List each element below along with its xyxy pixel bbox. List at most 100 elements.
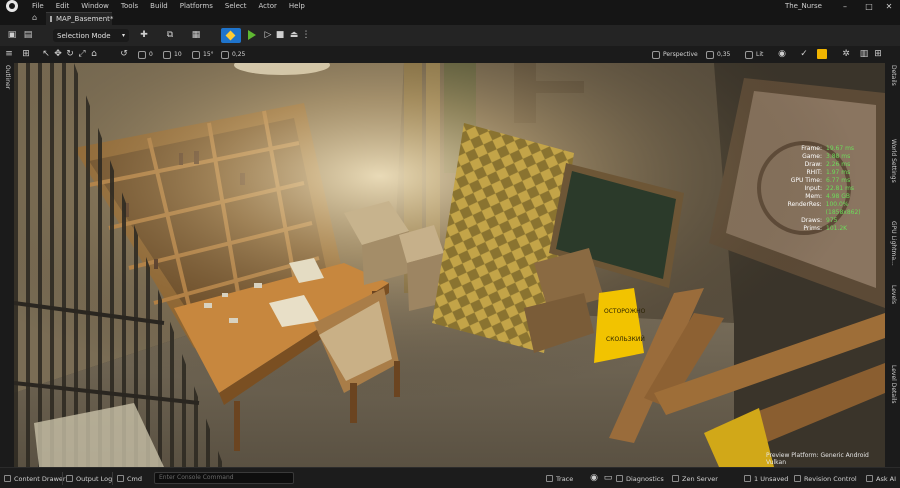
zen-server-button[interactable]: Zen Server <box>672 473 718 484</box>
camera-speed-control[interactable]: 0,35 <box>706 49 730 60</box>
ask-ai-label: Ask AI <box>876 474 897 483</box>
view-mode-dropdown[interactable]: Lit <box>745 49 763 60</box>
content-drawer-label: Content Drawer <box>14 474 66 483</box>
blueprint-icon[interactable]: ⧉ <box>164 29 176 41</box>
divider <box>112 472 113 485</box>
add-actor-icon[interactable]: ✚ <box>138 29 150 41</box>
stat-row-rhit: RHIT: 1.97 ms <box>806 169 851 176</box>
diagnostics-button[interactable]: Diagnostics <box>616 473 664 484</box>
perspective-dropdown[interactable]: Perspective <box>652 49 698 60</box>
translate-icon[interactable]: ✥ <box>52 48 64 60</box>
main-menu: File Edit Window Tools Build Platforms S… <box>32 2 317 10</box>
menu-help[interactable]: Help <box>289 2 305 10</box>
revision-control-icon <box>794 475 801 482</box>
menu-bar: File Edit Window Tools Build Platforms S… <box>0 0 900 12</box>
camera-speed-value: 0,35 <box>717 51 731 58</box>
level-details-tab[interactable]: Level Details <box>890 365 897 404</box>
menu-select[interactable]: Select <box>225 2 247 10</box>
selection-mode-dropdown[interactable]: Selection Mode ▾ <box>53 29 129 42</box>
console-command-input[interactable]: Enter Console Command <box>154 472 294 484</box>
preview-platform-label: Preview Platform: Generic Android Vulkan <box>766 452 869 466</box>
scale-icon[interactable]: ⤢ <box>76 48 88 60</box>
revision-control-label: Revision Control <box>804 474 857 483</box>
eject-icon[interactable]: ⏏ <box>288 29 300 41</box>
menu-platforms[interactable]: Platforms <box>180 2 213 10</box>
grid-snap-value: 10 <box>174 51 182 58</box>
stat-row-gpu-time: GPU Time: 6.77 ms <box>790 177 851 184</box>
warning-icon[interactable] <box>817 49 827 59</box>
rotation-snap-control[interactable]: 15° <box>192 49 214 60</box>
scale-snap-control[interactable]: 0,25 <box>221 49 245 60</box>
cmd-label: Cmd <box>127 474 142 483</box>
content-drawer-icon <box>4 475 11 482</box>
snap-angle-control[interactable]: 0 <box>138 49 153 60</box>
viewport-grid-icon[interactable]: ⊞ <box>872 48 884 60</box>
select-icon[interactable]: ↖ <box>40 48 52 60</box>
play-icon[interactable] <box>248 30 256 40</box>
step-icon[interactable]: ▷ <box>262 29 274 41</box>
divider <box>62 472 63 485</box>
output-log-button[interactable]: Output Log <box>66 473 112 484</box>
stat-row-renderres: RenderRes: 100.0% (1858x862) <box>787 201 861 216</box>
revision-control-button[interactable]: Revision Control <box>794 473 857 484</box>
stat-row-mem: Mem: 4.98 GB <box>805 193 851 200</box>
snap-angle-value: 0 <box>149 51 153 58</box>
maximize-button[interactable]: □ <box>858 0 880 12</box>
minimize-button[interactable]: – <box>834 0 856 12</box>
unreal-logo-icon[interactable] <box>6 0 18 12</box>
menu-file[interactable]: File <box>32 2 44 10</box>
save-icon[interactable]: ▣ <box>6 29 18 41</box>
stat-row-draws: Draws: 975 <box>801 217 838 224</box>
world-settings-tab[interactable]: World Settings <box>890 139 897 183</box>
output-log-label: Output Log <box>76 474 113 483</box>
cmd-dropdown[interactable]: Cmd <box>117 473 142 484</box>
cinematics-icon[interactable]: ▦ <box>190 29 202 41</box>
menu-edit[interactable]: Edit <box>56 2 70 10</box>
camera-speed-icon <box>706 50 714 59</box>
ask-ai-button[interactable]: Ask AI <box>866 473 896 484</box>
menu-window[interactable]: Window <box>81 2 109 10</box>
platform-button[interactable] <box>221 28 241 43</box>
stop-icon[interactable]: ■ <box>274 29 286 41</box>
settings-gear-icon[interactable]: ✲ <box>840 48 852 60</box>
transform-mode-icon[interactable]: ⊞ <box>20 48 32 60</box>
gpu-lightmass-tab[interactable]: GPU Lightma... <box>890 221 897 266</box>
snapshot-icon[interactable]: ▭ <box>602 472 614 484</box>
level-viewport[interactable]: ОСТОРОЖНО СКОЛЬЗКИЙ Frame: 19.67 ms Game:… <box>14 63 885 467</box>
stat-row-game: Game: 3.88 ms <box>802 153 851 160</box>
home-icon[interactable]: ⌂ <box>32 13 37 22</box>
menu-build[interactable]: Build <box>150 2 168 10</box>
levels-tab[interactable]: Levels <box>890 285 897 304</box>
grid-snap-control[interactable]: 10 <box>163 49 182 60</box>
unsaved-button[interactable]: 1 Unsaved <box>744 473 788 484</box>
scale-snap-icon <box>221 50 229 59</box>
scale-snap-value: 0,25 <box>232 51 246 58</box>
details-tab[interactable]: Details <box>890 65 897 86</box>
level-tab[interactable]: MAP_Basement* <box>46 12 113 25</box>
menu-tools[interactable]: Tools <box>121 2 138 10</box>
surface-snap-icon[interactable]: ↺ <box>118 48 130 60</box>
selection-mode-label: Selection Mode <box>57 31 111 40</box>
perspective-label: Perspective <box>663 51 698 58</box>
record-icon[interactable]: ◉ <box>588 472 600 484</box>
layout-icon[interactable]: ▥ <box>858 48 870 60</box>
hamburger-menu-icon[interactable]: ≡ <box>3 48 15 60</box>
show-icon[interactable]: ◉ <box>776 48 788 60</box>
viewport-toolbar: ≡ ⊞ ↖ ✥ ↻ ⤢ ⌂ ↺ 0 10 15° 0,25 Perspectiv… <box>0 46 900 63</box>
browse-icon[interactable]: ▤ <box>22 29 34 41</box>
performance-icon[interactable]: ✓ <box>798 48 810 60</box>
trace-label: Trace <box>556 474 574 483</box>
menu-actor[interactable]: Actor <box>259 2 277 10</box>
outliner-tab[interactable]: Outliner <box>4 65 11 89</box>
close-button[interactable]: ✕ <box>878 0 900 12</box>
status-bar: Content Drawer Output Log Cmd Enter Cons… <box>0 467 900 488</box>
more-options-icon[interactable]: ⋮ <box>300 29 312 41</box>
lit-icon <box>745 50 753 59</box>
rotate-icon[interactable]: ↻ <box>64 48 76 60</box>
content-drawer-button[interactable]: Content Drawer <box>4 473 66 484</box>
coordinate-space-icon[interactable]: ⌂ <box>88 48 100 60</box>
diagnostics-label: Diagnostics <box>626 474 664 483</box>
project-name: The_Nurse <box>784 2 822 10</box>
trace-dropdown[interactable]: Trace <box>546 473 573 484</box>
cmd-icon <box>117 475 124 482</box>
